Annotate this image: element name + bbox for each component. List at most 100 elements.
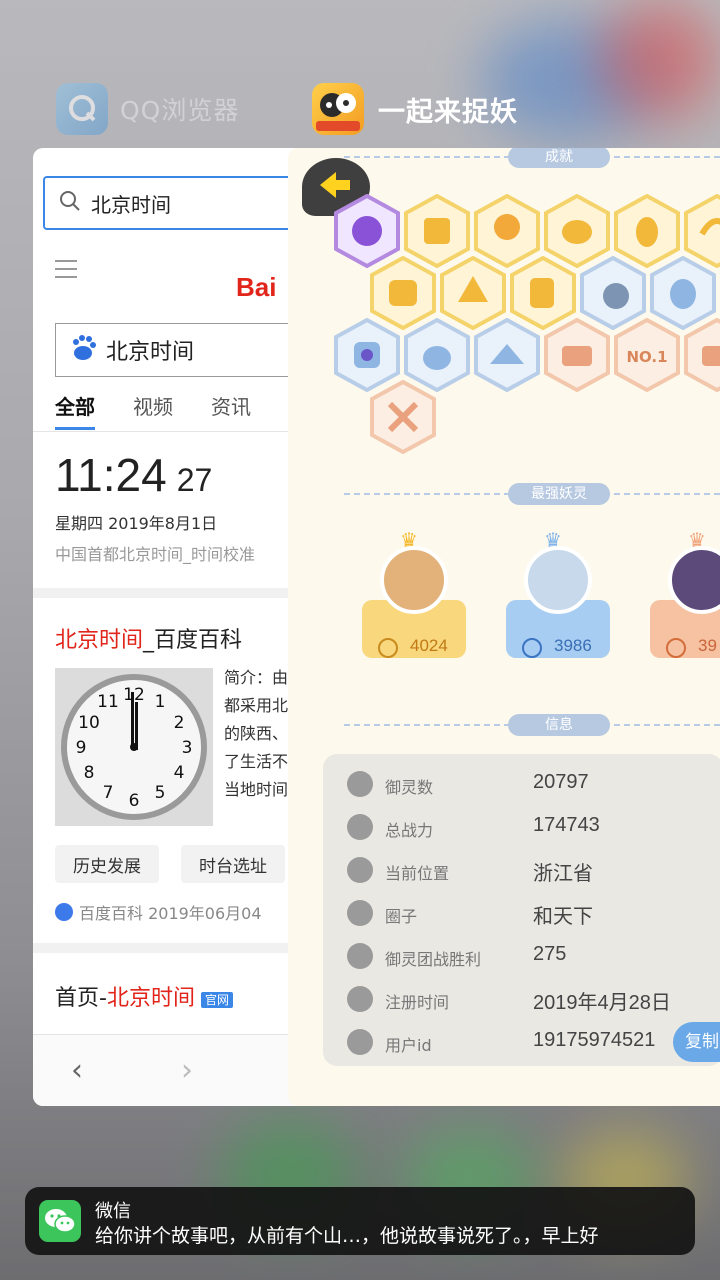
- forward-arrow-icon[interactable]: ›: [181, 1053, 193, 1088]
- achievement-badge[interactable]: [474, 318, 540, 392]
- info-value: 19175974521: [533, 1029, 656, 1051]
- circle-icon: [347, 900, 373, 926]
- location-pin-icon: [347, 857, 373, 883]
- copy-button[interactable]: 复制: [673, 1022, 720, 1062]
- info-value: 浙江省: [533, 863, 593, 885]
- home-title-highlight: 北京时间: [106, 986, 195, 1011]
- info-label: 御灵数: [385, 778, 434, 797]
- home-result-title[interactable]: 首页-北京时间 官网: [55, 980, 233, 1012]
- baidu-paw-icon: [68, 333, 98, 367]
- svg-text:10: 10: [78, 713, 100, 733]
- info-value: 275: [533, 943, 567, 965]
- tab-video[interactable]: 视频: [133, 391, 173, 430]
- hero-avatar: [380, 546, 448, 614]
- svg-text:6: 6: [129, 791, 140, 811]
- info-row-circle: 圈子 和天下: [323, 895, 720, 929]
- svg-text:5: 5: [155, 783, 166, 803]
- qq-browser-icon: [56, 83, 108, 135]
- achievement-badge[interactable]: [370, 380, 436, 454]
- info-row-user-id: 用户id 19175974521 复制: [323, 1022, 720, 1062]
- info-value: 174743: [533, 814, 600, 836]
- clock-image[interactable]: 1212 345 678 91011: [55, 668, 213, 826]
- notification-app-name: 微信: [95, 1201, 131, 1222]
- strongest-header: 最强妖灵: [508, 483, 610, 505]
- home-title-prefix: 首页-: [55, 986, 107, 1011]
- chip-history[interactable]: 历史发展: [55, 845, 159, 883]
- info-row-register-time: 注册时间 2019年4月28日: [323, 981, 720, 1015]
- baike-source-text: 百度百科 2019年06月04: [79, 904, 262, 923]
- info-label: 用户id: [385, 1036, 432, 1055]
- info-value: 20797: [533, 771, 589, 793]
- baike-title-rest: _百度百科: [143, 628, 243, 653]
- hero-avatar: [524, 546, 592, 614]
- baike-title-highlight: 北京时间: [55, 628, 144, 653]
- game-app-icon: [312, 83, 364, 135]
- power-icon: [522, 638, 542, 658]
- baidu-search-text: 北京时间: [106, 340, 195, 365]
- info-row-team-wins: 御灵团战胜利 275: [323, 938, 720, 972]
- info-row-spirit-count: 御灵数 20797: [323, 766, 720, 800]
- sword-icon: [347, 814, 373, 840]
- achievement-badge[interactable]: [684, 318, 720, 392]
- svg-text:3: 3: [182, 738, 193, 758]
- wechat-notification[interactable]: 微信 给你讲个故事吧，从前有个山…，他说故事说死了。，早上好: [25, 1187, 695, 1255]
- info-value: 2019年4月28日: [533, 992, 671, 1014]
- hero-score: 3986: [554, 636, 592, 655]
- browser-search-text: 北京时间: [91, 192, 171, 217]
- achievement-badge[interactable]: [544, 318, 610, 392]
- info-row-location: 当前位置 浙江省: [323, 852, 720, 886]
- info-label: 总战力: [385, 821, 434, 840]
- achievements-header: 成就: [508, 148, 610, 168]
- bg-blob: [600, 0, 720, 120]
- game-app-card[interactable]: 成就 NO.1 最强妖灵 ♛ 4024 ♛ 3986 ♛ 39 信息 御灵数 2…: [288, 148, 720, 1106]
- svg-text:1: 1: [155, 692, 166, 712]
- time-main: 11:24: [55, 449, 167, 501]
- baike-source: 百度百科 2019年06月04: [55, 900, 262, 924]
- result-tabs: 全部 视频 资讯: [55, 391, 251, 430]
- spirit-icon: [347, 771, 373, 797]
- game-app-title: 一起来捉妖: [378, 96, 518, 128]
- power-icon: [378, 638, 398, 658]
- info-header: 信息: [508, 714, 610, 736]
- svg-text:11: 11: [97, 692, 119, 712]
- svg-text:4: 4: [174, 763, 185, 783]
- id-card-icon: [347, 1029, 373, 1055]
- tab-all[interactable]: 全部: [55, 391, 95, 430]
- hero-score: 4024: [410, 636, 448, 655]
- clock-icon: [347, 986, 373, 1012]
- game-app-header[interactable]: 一起来捉妖: [312, 82, 518, 136]
- qq-browser-header[interactable]: QQ浏览器: [56, 82, 239, 136]
- tab-news[interactable]: 资讯: [211, 391, 251, 430]
- wechat-icon: [39, 1200, 81, 1242]
- search-icon: [59, 190, 81, 216]
- baike-source-icon: [55, 903, 73, 921]
- info-label: 御灵团战胜利: [385, 950, 482, 969]
- hero-score: 39: [698, 636, 717, 655]
- date-line: 星期四 2019年8月1日: [55, 514, 218, 533]
- info-panel: 御灵数 20797 总战力 174743 当前位置 浙江省 圈子 和天下 御灵团…: [323, 754, 720, 1066]
- svg-text:9: 9: [76, 738, 87, 758]
- time-display: 11:24 27: [55, 448, 212, 502]
- info-value: 和天下: [533, 906, 593, 928]
- person-icon: [347, 943, 373, 969]
- time-source-link[interactable]: 中国首都北京时间_时间校准: [55, 541, 255, 565]
- achievement-badge-no1[interactable]: NO.1: [614, 318, 680, 392]
- baidu-logo: Bai: [236, 272, 277, 302]
- hamburger-menu-icon[interactable]: [55, 260, 77, 278]
- chip-site[interactable]: 时台选址: [181, 845, 285, 883]
- svg-text:8: 8: [84, 763, 95, 783]
- info-label: 圈子: [385, 907, 418, 926]
- svg-text:NO.1: NO.1: [626, 348, 667, 366]
- time-seconds: 27: [176, 462, 213, 498]
- info-label: 注册时间: [385, 993, 450, 1012]
- official-badge: 官网: [200, 991, 233, 1008]
- back-arrow-icon[interactable]: ‹: [71, 1053, 83, 1088]
- info-label: 当前位置: [385, 864, 450, 883]
- power-icon: [666, 638, 686, 658]
- notification-message: 给你讲个故事吧，从前有个山…，他说故事说死了。，早上好: [95, 1225, 599, 1247]
- qq-browser-title: QQ浏览器: [120, 96, 240, 125]
- info-row-power: 总战力 174743: [323, 809, 720, 843]
- baike-result-title[interactable]: 北京时间_百度百科: [55, 622, 242, 654]
- svg-text:2: 2: [174, 713, 185, 733]
- svg-text:7: 7: [103, 783, 114, 803]
